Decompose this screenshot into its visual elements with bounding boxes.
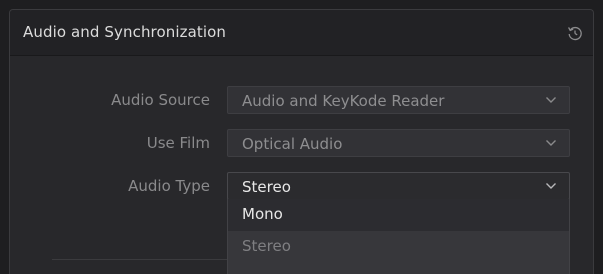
use-film-dropdown[interactable]: Optical Audio (227, 129, 570, 157)
menu-option-stereo[interactable]: Stereo (228, 231, 569, 263)
use-film-label: Use Film (146, 134, 210, 152)
menu-option-label: Mono (242, 205, 283, 223)
chevron-down-icon (546, 183, 556, 189)
use-film-value: Optical Audio (242, 135, 343, 153)
menu-option-label: Stereo (242, 237, 291, 255)
panel-header: Audio and Synchronization (10, 10, 593, 56)
section-divider (52, 259, 232, 260)
audio-type-menu: Mono Stereo (227, 199, 570, 274)
panel-title: Audio and Synchronization (23, 23, 227, 41)
audio-source-value: Audio and KeyKode Reader (242, 92, 445, 110)
audio-sync-panel: Audio and Synchronization Audio Source A… (9, 9, 594, 274)
audio-type-value: Stereo (242, 178, 291, 196)
chevron-down-icon (546, 140, 556, 146)
audio-type-label: Audio Type (128, 177, 210, 195)
audio-source-dropdown[interactable]: Audio and KeyKode Reader (227, 86, 570, 114)
menu-option-mono[interactable]: Mono (228, 199, 569, 231)
audio-source-label: Audio Source (111, 91, 210, 109)
chevron-down-icon (546, 97, 556, 103)
reset-icon[interactable] (566, 24, 584, 42)
audio-type-dropdown[interactable]: Stereo (227, 172, 570, 200)
